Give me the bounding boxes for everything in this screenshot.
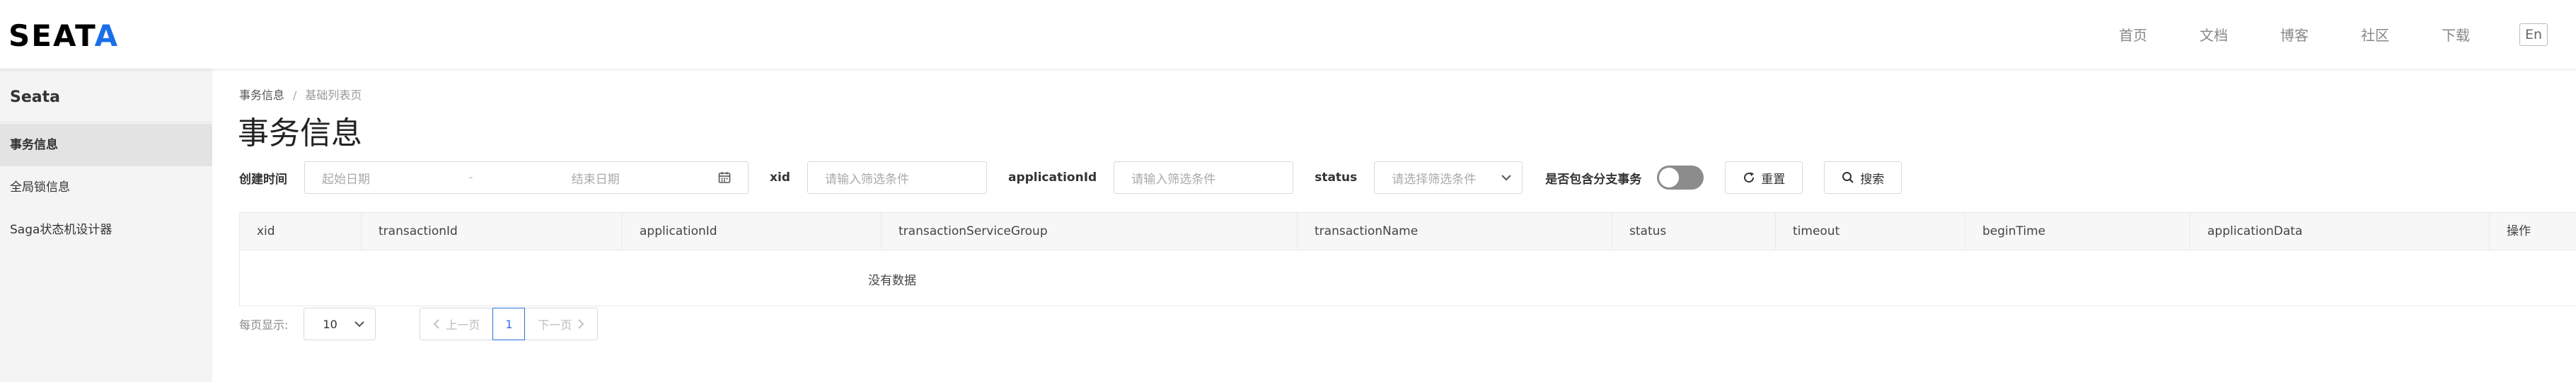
nav-docs[interactable]: 文档 — [2200, 24, 2228, 45]
nav-home[interactable]: 首页 — [2119, 24, 2147, 45]
chevron-left-icon — [434, 319, 440, 329]
date-range-dash: - — [468, 170, 473, 185]
column-header-application-data: applicationData — [2190, 213, 2490, 250]
table-header: xid transactionId applicationId transact… — [239, 213, 2576, 250]
end-date-input[interactable]: 结束日期 — [572, 169, 620, 187]
page-size-value: 10 — [323, 317, 337, 331]
page-size-select[interactable]: 10 — [304, 308, 376, 340]
sidebar: Seata 事务信息 全局锁信息 Saga状态机设计器 — [0, 69, 212, 382]
logo-text: SEAT — [8, 18, 95, 53]
column-header-application-id: applicationId — [623, 213, 882, 250]
column-header-transaction-service-group: transactionServiceGroup — [882, 213, 1298, 250]
page-size-label: 每页显示: — [239, 318, 289, 332]
nav-download[interactable]: 下载 — [2442, 24, 2470, 45]
column-header-status: status — [1612, 213, 1776, 250]
create-time-label: 创建时间 — [239, 172, 287, 187]
page-title: 事务信息 — [238, 115, 362, 151]
chevron-down-icon — [1501, 175, 1512, 181]
breadcrumb-current: 基础列表页 — [305, 88, 362, 102]
seata-logo[interactable]: SEATA — [8, 18, 119, 53]
breadcrumb-separator: / — [293, 88, 297, 102]
start-date-input[interactable]: 起始日期 — [322, 169, 370, 187]
empty-state-text: 没有数据 — [868, 274, 916, 288]
application-id-label: applicationId — [1007, 170, 1097, 185]
application-id-input[interactable]: 请输入筛选条件 — [1114, 161, 1294, 194]
column-header-begin-time: beginTime — [1965, 213, 2190, 250]
sidebar-item-global-lock-info[interactable]: 全局锁信息 — [0, 166, 212, 209]
column-header-transaction-name: transactionName — [1298, 213, 1612, 250]
status-select[interactable]: 请选择筛选条件 — [1374, 161, 1523, 194]
page-number-current[interactable]: 1 — [492, 308, 526, 340]
status-label: status — [1315, 170, 1358, 185]
language-switch-button[interactable]: En — [2519, 23, 2548, 46]
page-navigation: 上一页 1 下一页 — [420, 308, 599, 340]
search-button[interactable]: 搜索 — [1824, 161, 1902, 194]
pagination: 每页显示: 10 上一页 1 下一页 — [239, 307, 599, 341]
nav-blog[interactable]: 博客 — [2280, 24, 2309, 45]
top-nav: 首页 文档 博客 社区 下载 En — [2067, 0, 2548, 69]
prev-page-label: 上一页 — [446, 318, 480, 332]
column-header-timeout: timeout — [1776, 213, 1965, 250]
sidebar-item-transaction-info[interactable]: 事务信息 — [0, 124, 212, 166]
next-page-button[interactable]: 下一页 — [525, 308, 597, 340]
xid-label: xid — [770, 170, 790, 185]
refresh-icon — [1744, 172, 1755, 183]
toggle-knob — [1659, 168, 1680, 187]
top-header: SEATA 首页 文档 博客 社区 下载 En — [0, 0, 2576, 69]
sidebar-item-saga-designer[interactable]: Saga状态机设计器 — [0, 209, 212, 251]
breadcrumb-parent[interactable]: 事务信息 — [239, 88, 284, 102]
reset-button[interactable]: 重置 — [1725, 161, 1803, 194]
column-header-actions: 操作 — [2507, 224, 2531, 238]
chevron-right-icon — [578, 319, 584, 329]
transaction-table: xid transactionId applicationId transact… — [239, 212, 2576, 306]
xid-input[interactable]: 请输入筛选条件 — [807, 161, 987, 194]
main-content: 事务信息 / 基础列表页 事务信息 创建时间 起始日期 - 结束日期 xid 请输入… — [212, 69, 2576, 382]
search-icon — [1842, 172, 1854, 183]
sidebar-title: Seata — [10, 88, 60, 106]
search-button-label: 搜索 — [1860, 172, 1885, 187]
next-page-label: 下一页 — [538, 318, 572, 332]
calendar-icon[interactable] — [718, 171, 731, 184]
logo-accent: A — [94, 18, 120, 53]
breadcrumb: 事务信息 / 基础列表页 — [239, 86, 362, 103]
status-select-placeholder: 请选择筛选条件 — [1392, 172, 1477, 187]
include-branch-label: 是否包含分支事务 — [1545, 172, 1642, 187]
prev-page-button[interactable]: 上一页 — [420, 308, 492, 340]
chevron-down-icon — [354, 321, 365, 328]
nav-community[interactable]: 社区 — [2361, 24, 2389, 45]
reset-button-label: 重置 — [1761, 172, 1786, 187]
column-header-xid: xid — [240, 213, 362, 250]
filter-bar: 创建时间 起始日期 - 结束日期 xid 请输入筛选条件 application… — [239, 161, 1923, 195]
column-header-transaction-id: transactionId — [362, 213, 623, 250]
date-range-picker[interactable]: 起始日期 - 结束日期 — [304, 161, 749, 194]
table-body: 没有数据 — [239, 250, 2576, 306]
include-branch-toggle[interactable] — [1657, 166, 1704, 190]
